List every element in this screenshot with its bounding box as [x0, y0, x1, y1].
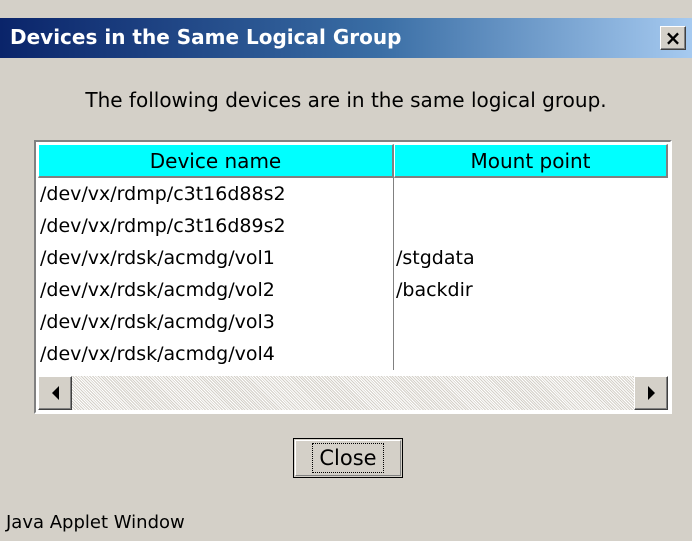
mount-point-cell [394, 178, 668, 210]
window-title: Devices in the Same Logical Group [10, 25, 402, 49]
table-row[interactable]: /dev/vx/rdsk/acmdg/vol3 [38, 306, 668, 338]
close-button[interactable]: Close [293, 438, 403, 478]
close-icon[interactable]: × [660, 26, 686, 50]
dialog-window: Devices in the Same Logical Group × The … [0, 0, 692, 541]
scroll-left-button[interactable] [38, 376, 72, 410]
table-row[interactable]: /dev/vx/rdmp/c3t16d88s2 [38, 178, 668, 210]
dialog-message: The following devices are in the same lo… [85, 88, 607, 112]
scroll-right-button[interactable] [634, 376, 668, 410]
column-header-device-name[interactable]: Device name [38, 144, 394, 178]
device-name-cell: /dev/vx/rdsk/acmdg/vol1 [38, 242, 394, 274]
device-name-cell: /dev/vx/rdsk/acmdg/vol3 [38, 306, 394, 338]
arrow-right-icon [647, 386, 655, 400]
title-bar[interactable]: Devices in the Same Logical Group × [0, 18, 692, 58]
devices-table: Device name Mount point /dev/vx/rdmp/c3t… [34, 140, 672, 414]
mount-point-cell: /backdir [396, 279, 473, 301]
device-name-cell: /dev/vx/rdmp/c3t16d89s2 [38, 210, 394, 242]
mount-point-cell [394, 210, 668, 242]
table-row[interactable]: /dev/vx/rdsk/acmdg/vol2 /backdir [38, 274, 668, 306]
device-name-cell: /dev/vx/rdsk/acmdg/vol4 [38, 338, 394, 370]
table-header: Device name Mount point [38, 144, 668, 178]
table-body: /dev/vx/rdmp/c3t16d88s2 /dev/vx/rdmp/c3t… [38, 178, 668, 374]
column-header-mount-point[interactable]: Mount point [394, 144, 668, 178]
applet-status-text: Java Applet Window [6, 512, 185, 533]
table-row[interactable]: /dev/vx/rdmp/c3t16d89s2 [38, 210, 668, 242]
mount-point-cell: /stgdata [396, 247, 475, 269]
device-name-cell: /dev/vx/rdsk/acmdg/vol2 [38, 274, 394, 306]
mount-point-cell [394, 306, 668, 338]
arrow-left-icon [51, 386, 59, 400]
close-button-label: Close [312, 443, 384, 473]
table-row[interactable]: /dev/vx/rdsk/acmdg/vol1 /stgdata [38, 242, 668, 274]
table-row[interactable]: /dev/vx/rdsk/acmdg/vol4 [38, 338, 668, 370]
mount-point-cell [394, 338, 668, 370]
horizontal-scrollbar[interactable] [38, 376, 668, 410]
device-name-cell: /dev/vx/rdmp/c3t16d88s2 [38, 178, 394, 210]
